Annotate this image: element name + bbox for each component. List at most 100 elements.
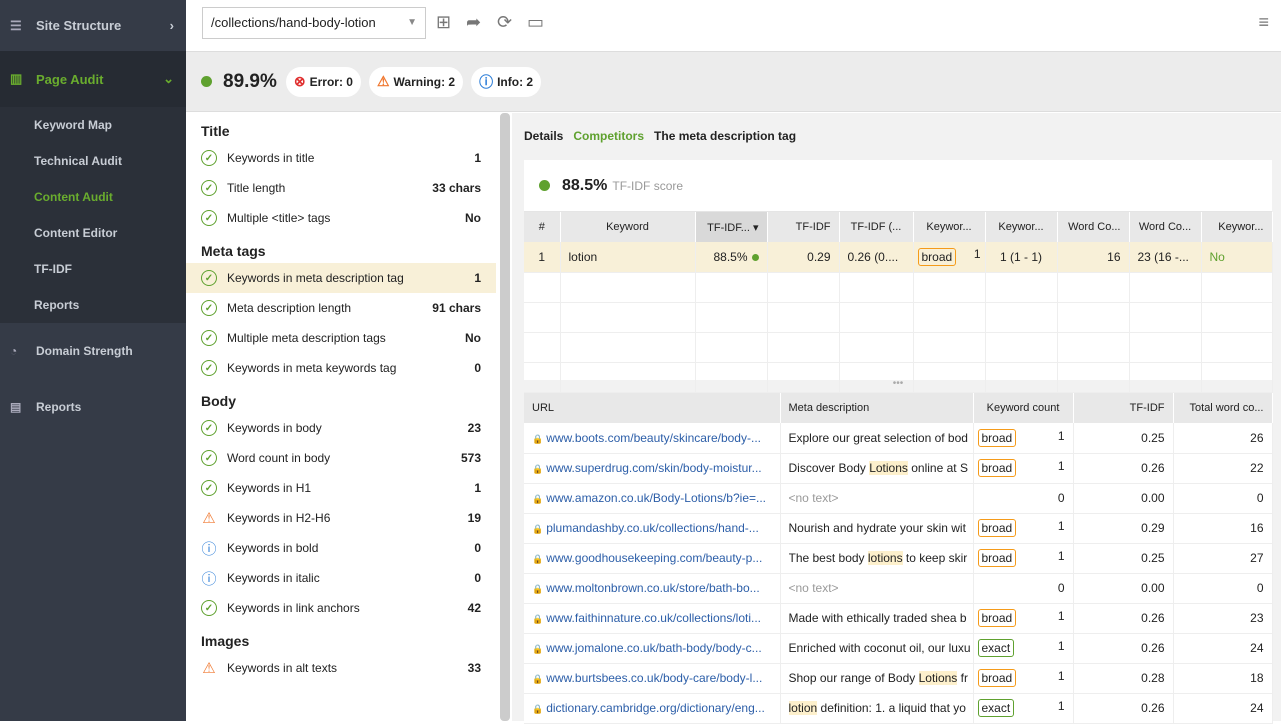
check-item[interactable]: ✓Word count in body573	[186, 443, 496, 473]
url-link[interactable]: www.faithinnature.co.uk/collections/loti…	[546, 611, 761, 625]
sidebar-reports[interactable]: ▤Reports	[0, 379, 186, 435]
url-link[interactable]: www.amazon.co.uk/Body-Lotions/b?ie=...	[546, 491, 766, 505]
url-link[interactable]: www.superdrug.com/skin/body-moistur...	[546, 461, 761, 475]
url-link[interactable]: dictionary.cambridge.org/dictionary/eng.…	[546, 701, 765, 715]
meta-description: Made with ethically traded shea b	[780, 603, 973, 633]
check-item[interactable]: ⓘKeywords in italic0	[186, 563, 496, 593]
url-link[interactable]: www.burtsbees.co.uk/body-care/body-l...	[546, 671, 762, 685]
column-header[interactable]: TF-IDF... ▾	[695, 212, 767, 242]
empty-cell	[767, 272, 839, 302]
warning-icon: ⚠	[377, 73, 390, 90]
column-header[interactable]: Word Co...	[1129, 212, 1201, 242]
table-row[interactable]: 🔒plumandashby.co.uk/collections/hand-...…	[524, 513, 1272, 543]
sidebar-domain-strength[interactable]: ◔Domain Strength	[0, 323, 186, 379]
column-header[interactable]: Keyword	[560, 212, 695, 242]
table-row[interactable]: 🔒www.amazon.co.uk/Body-Lotions/b?ie=...<…	[524, 483, 1272, 513]
table-row[interactable]: 🔒www.faithinnature.co.uk/collections/lot…	[524, 603, 1272, 633]
keyword-count-cell: broad1	[973, 423, 1073, 453]
column-header[interactable]: #	[524, 212, 560, 242]
check-item[interactable]: ✓Multiple <title> tagsNo	[186, 203, 496, 233]
column-header[interactable]: Total word co...	[1173, 393, 1272, 423]
lock-icon: 🔒	[532, 614, 543, 624]
table-row[interactable]: 🔒www.superdrug.com/skin/body-moistur...D…	[524, 453, 1272, 483]
url-cell: 🔒www.faithinnature.co.uk/collections/lot…	[524, 603, 780, 633]
keyword-count: 0	[1058, 491, 1065, 505]
url-cell: 🔒www.goodhousekeeping.com/beauty-p...	[524, 543, 780, 573]
empty-cell	[1129, 332, 1201, 362]
url-link[interactable]: www.jomalone.co.uk/bath-body/body-c...	[546, 641, 761, 655]
total-word-count: 27	[1173, 543, 1272, 573]
url-link[interactable]: www.boots.com/beauty/skincare/body-...	[546, 431, 761, 445]
warning-filter[interactable]: ⚠Warning: 2	[369, 67, 463, 97]
meta-text: Enriched with coconut oil, our luxu	[789, 641, 972, 655]
competitors-table: URLMeta descriptionKeyword countTF-IDFTo…	[524, 393, 1273, 724]
tab[interactable]: The meta description tag	[654, 129, 796, 143]
scrollbar[interactable]	[500, 113, 510, 721]
empty-row	[524, 302, 1272, 332]
table-row[interactable]: 🔒www.boots.com/beauty/skincare/body-...E…	[524, 423, 1272, 453]
column-header[interactable]: Meta description	[780, 393, 973, 423]
sidebar-page-audit[interactable]: ▥Page Audit⌄	[0, 51, 186, 107]
check-item[interactable]: ✓Keywords in title1	[186, 143, 496, 173]
check-item[interactable]: ✓Keywords in link anchors42	[186, 593, 496, 623]
check-item[interactable]: ✓Keywords in body23	[186, 413, 496, 443]
empty-cell	[695, 272, 767, 302]
check-label: Keywords in title	[227, 151, 314, 165]
check-circle-icon: ✓	[201, 420, 217, 436]
sidebar-subitem[interactable]: Technical Audit	[0, 143, 186, 179]
column-header[interactable]: Keyword count	[973, 393, 1073, 423]
check-item[interactable]: ⚠Keywords in H2-H619	[186, 503, 496, 533]
sidebar-subitem[interactable]: Reports	[0, 287, 186, 323]
sidebar-subitem[interactable]: Keyword Map	[0, 107, 186, 143]
check-item[interactable]: ✓Keywords in meta keywords tag0	[186, 353, 496, 383]
meta-description: Nourish and hydrate your skin wit	[780, 513, 973, 543]
check-item[interactable]: ✓Keywords in meta description tag1	[186, 263, 496, 293]
keyword-count: 1	[1058, 609, 1065, 623]
check-item[interactable]: ✓Meta description length91 chars	[186, 293, 496, 323]
add-icon[interactable]: ⊞	[436, 12, 451, 33]
sidebar-subitem[interactable]: Content Audit	[0, 179, 186, 215]
splitter-handle[interactable]: •••	[524, 380, 1272, 392]
lock-icon: 🔒	[532, 704, 543, 714]
table-row[interactable]: 🔒www.burtsbees.co.uk/body-care/body-l...…	[524, 663, 1272, 693]
table-row[interactable]: 1lotion88.5%0.290.26 (0....broad11 (1 - …	[524, 242, 1272, 272]
tab[interactable]: Details	[524, 129, 563, 143]
section-title: Images	[186, 623, 510, 653]
sidebar-subitem[interactable]: TF-IDF	[0, 251, 186, 287]
check-item[interactable]: ✓Keywords in H11	[186, 473, 496, 503]
table-row[interactable]: 🔒dictionary.cambridge.org/dictionary/eng…	[524, 693, 1272, 723]
column-header[interactable]: URL	[524, 393, 780, 423]
column-header[interactable]: TF-IDF	[1073, 393, 1173, 423]
table-row[interactable]: 🔒www.goodhousekeeping.com/beauty-p...The…	[524, 543, 1272, 573]
url-link[interactable]: www.goodhousekeeping.com/beauty-p...	[546, 551, 762, 565]
sidebar-subitem[interactable]: Content Editor	[0, 215, 186, 251]
check-value: 23	[468, 421, 481, 435]
column-header[interactable]: TF-IDF	[767, 212, 839, 242]
column-header[interactable]: Word Co...	[1057, 212, 1129, 242]
url-select[interactable]: /collections/hand-body-lotion▼	[202, 7, 426, 39]
sidebar-site-structure[interactable]: ☰Site Structure›	[0, 0, 186, 51]
check-item[interactable]: ⓘKeywords in bold0	[186, 533, 496, 563]
error-filter[interactable]: ⊗Error: 0	[286, 67, 361, 97]
column-header[interactable]: Keywor...	[985, 212, 1057, 242]
check-item[interactable]: ✓Title length33 chars	[186, 173, 496, 203]
tfidf: 0.29	[767, 242, 839, 272]
table-row[interactable]: 🔒www.moltonbrown.co.uk/store/bath-bo...<…	[524, 573, 1272, 603]
column-header[interactable]: TF-IDF (...	[839, 212, 913, 242]
info-filter[interactable]: ⓘInfo: 2	[471, 67, 541, 97]
menu-icon[interactable]: ≡	[1258, 12, 1269, 33]
table-row[interactable]: 🔒www.jomalone.co.uk/bath-body/body-c...E…	[524, 633, 1272, 663]
share-icon[interactable]: ➦	[466, 12, 481, 33]
word-count-range: 23 (16 -...	[1129, 242, 1201, 272]
schedule-icon[interactable]: ▭	[527, 12, 544, 33]
column-header[interactable]: Keywor...	[1201, 212, 1272, 242]
tab[interactable]: Competitors	[573, 129, 644, 143]
url-link[interactable]: www.moltonbrown.co.uk/store/bath-bo...	[546, 581, 759, 595]
refresh-icon[interactable]: ⟳	[497, 12, 512, 33]
empty-cell	[524, 272, 560, 302]
check-item[interactable]: ⚠Keywords in alt texts33	[186, 653, 496, 683]
url-link[interactable]: plumandashby.co.uk/collections/hand-...	[546, 521, 759, 535]
check-item[interactable]: ✓Multiple meta description tagsNo	[186, 323, 496, 353]
column-header[interactable]: Keywor...	[913, 212, 985, 242]
total-word-count: 23	[1173, 603, 1272, 633]
